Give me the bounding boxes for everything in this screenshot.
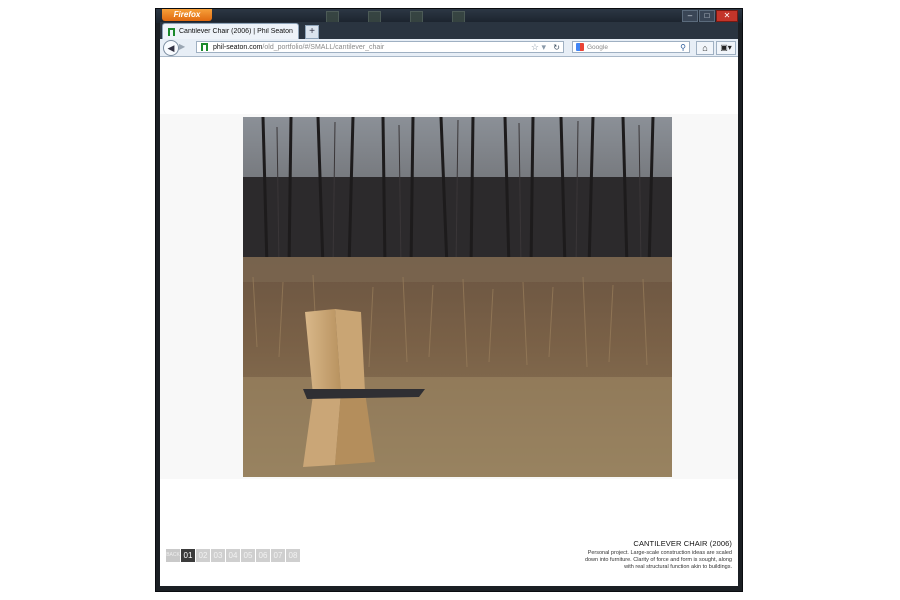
page-01-button[interactable]: 01 <box>181 549 195 562</box>
address-bar[interactable]: phil-seaton.com /old_portfolio/#/SMALL/c… <box>196 41 564 53</box>
page-07-button[interactable]: 07 <box>271 549 285 562</box>
search-placeholder: Google <box>587 43 608 51</box>
project-caption: CANTILEVER CHAIR (2006) Personal project… <box>562 539 732 571</box>
close-button[interactable]: ✕ <box>716 10 738 22</box>
title-bar: Firefox – □ ✕ <box>156 9 742 25</box>
tab-active[interactable]: Cantilever Chair (2006) | Phil Seaton <box>162 23 299 39</box>
back-button[interactable]: BACK <box>166 549 180 562</box>
page-08-button[interactable]: 08 <box>286 549 300 562</box>
minimize-button[interactable]: – <box>682 10 698 22</box>
search-bar[interactable]: Google ⚲ <box>572 41 690 53</box>
image-pager: BACK 01 02 03 04 05 06 07 08 <box>166 549 300 562</box>
browser-window: Firefox – □ ✕ Cantilever Chair (2006) | … <box>155 8 743 592</box>
page-03-button[interactable]: 03 <box>211 549 225 562</box>
navigation-bar: ◀ ▶ phil-seaton.com /old_portfolio/#/SMA… <box>160 39 738 57</box>
toolbar-menu-icon[interactable]: ▣▾ <box>716 41 736 55</box>
bookmark-star-icon[interactable]: ☆ ▾ <box>531 42 546 53</box>
maximize-button[interactable]: □ <box>699 10 715 22</box>
page-04-button[interactable]: 04 <box>226 549 240 562</box>
reload-icon[interactable]: ↻ <box>553 42 560 53</box>
google-engine-icon[interactable] <box>576 43 584 51</box>
forward-arrow-icon[interactable]: ▶ <box>179 42 188 52</box>
new-tab-button[interactable]: + <box>305 25 319 39</box>
home-icon[interactable]: ⌂ <box>696 41 714 55</box>
site-favicon-icon <box>167 27 176 36</box>
tab-title: Cantilever Chair (2006) | Phil Seaton <box>179 28 293 35</box>
page-06-button[interactable]: 06 <box>256 549 270 562</box>
search-icon[interactable]: ⚲ <box>680 42 686 53</box>
project-title: CANTILEVER CHAIR (2006) <box>633 539 732 548</box>
tab-strip: Cantilever Chair (2006) | Phil Seaton + <box>160 22 738 39</box>
cantilever-chair-photo <box>243 117 672 477</box>
page-05-button[interactable]: 05 <box>241 549 255 562</box>
firefox-menu-button[interactable]: Firefox <box>162 9 212 21</box>
url-path: /old_portfolio/#/SMALL/cantilever_chair <box>262 43 385 51</box>
page-content: BACK 01 02 03 04 05 06 07 08 CANTILEVER … <box>160 57 738 586</box>
site-favicon-icon <box>201 43 209 51</box>
project-description: Personal project. Large-scale constructi… <box>584 550 732 570</box>
back-arrow-icon[interactable]: ◀ <box>163 40 179 56</box>
page-02-button[interactable]: 02 <box>196 549 210 562</box>
url-domain: phil-seaton.com <box>213 43 263 51</box>
